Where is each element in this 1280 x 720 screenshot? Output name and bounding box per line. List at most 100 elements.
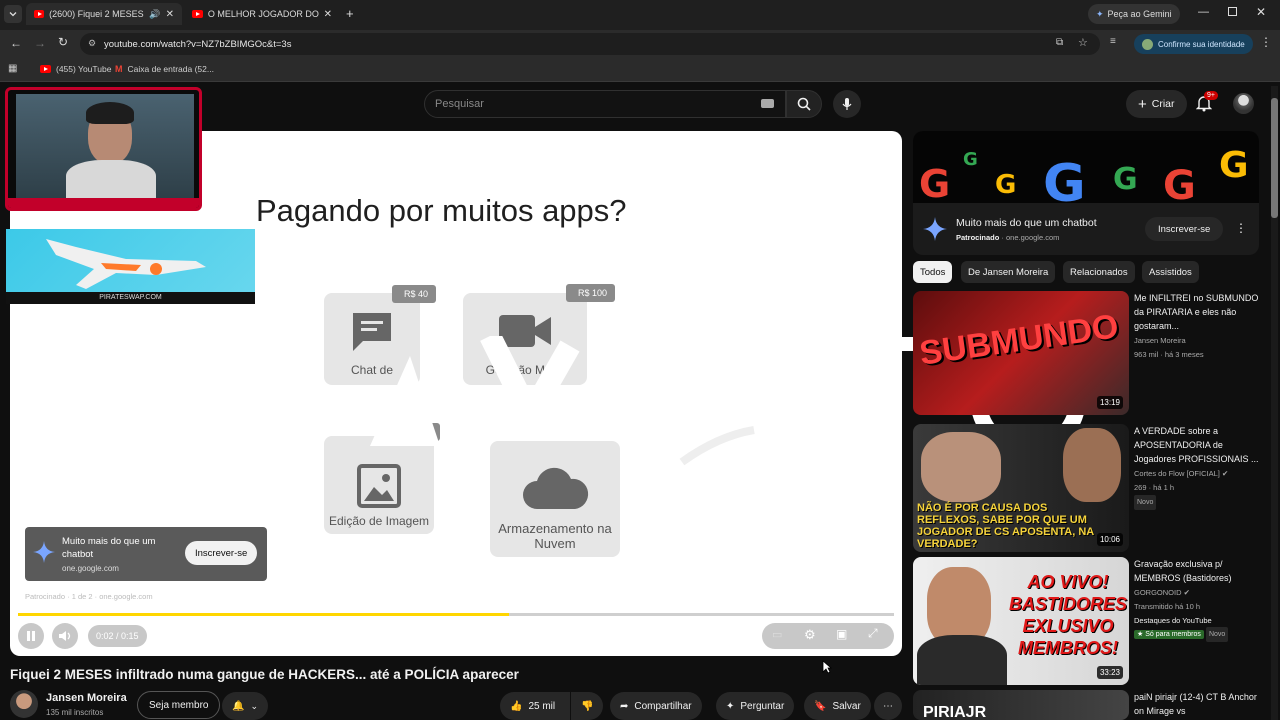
browser-tabstrip: (2600) Fiquei 2 MESES infilt 🔊 ✕ O MELHO… xyxy=(0,0,1280,30)
ad-subscribe-button[interactable]: Inscrever-se xyxy=(185,541,258,565)
bookmarks-bar: ▦ (455) YouTube M Caixa de entrada (52..… xyxy=(0,58,1280,82)
theater-mode-icon[interactable]: ▣ xyxy=(836,627,847,641)
browser-toolbar: ← → ↻ ⚙ youtube.com/watch?v=NZ7bZBIMGOc&… xyxy=(0,30,1280,58)
forward-icon[interactable]: → xyxy=(34,36,46,50)
svg-text:G: G xyxy=(1219,145,1249,186)
settings-gear-icon[interactable]: ⚙ xyxy=(804,627,816,643)
sidebar-ad[interactable]: G G G G G G G Muito mais do que um chatb… xyxy=(913,131,1259,255)
thumbnail-text: AO VIVO! BASTIDORES EXLUSIVO MEMBROS! xyxy=(1009,572,1128,658)
maximize-button[interactable] xyxy=(1228,7,1237,16)
subtitles-icon[interactable]: ▭ xyxy=(772,628,782,641)
more-actions-button[interactable]: ⋯ xyxy=(874,692,902,720)
video-stats: 269 · há 1 h xyxy=(1134,483,1175,492)
bookmark-gmail[interactable]: M Caixa de entrada (52... xyxy=(115,64,214,74)
bookmark-star-icon[interactable]: ☆ xyxy=(1078,36,1088,49)
video-title-link[interactable]: paiN piriajr (12-4) CT B Anchor on Mirag… xyxy=(1134,690,1264,718)
notifications-button[interactable]: 9+ xyxy=(1195,91,1218,117)
video-thumbnail[interactable]: AO VIVO! BASTIDORES EXLUSIVO MEMBROS! 33… xyxy=(913,557,1129,685)
chip-all[interactable]: Todos xyxy=(913,261,953,283)
fullscreen-icon[interactable]: ⤢ xyxy=(868,626,878,641)
identity-label: Confirme sua identidade xyxy=(1158,39,1245,49)
new-badge-row: Novo xyxy=(1134,495,1274,510)
video-title-link[interactable]: Gravação exclusiva p/ MEMBROS (Bastidore… xyxy=(1134,557,1264,585)
account-avatar[interactable] xyxy=(1233,93,1254,114)
minimize-button[interactable]: — xyxy=(1198,6,1209,18)
ask-button[interactable]: ✦ Perguntar xyxy=(716,692,795,720)
like-button[interactable]: 👍 25 mil xyxy=(500,692,570,720)
more-vert-icon[interactable]: ⋮ xyxy=(1235,221,1247,235)
channel-name[interactable]: Jansen Moreira xyxy=(46,692,127,704)
channel-avatar[interactable] xyxy=(10,690,38,718)
create-label: Criar xyxy=(1151,98,1175,110)
progress-bar[interactable] xyxy=(18,613,894,616)
install-icon[interactable]: ⧉ xyxy=(1056,37,1063,48)
duration-badge: 10:06 xyxy=(1096,533,1123,546)
time-display: 0:02 / 0:15 xyxy=(88,625,147,647)
video-channel[interactable]: Jansen Moreira xyxy=(1134,334,1274,347)
image-icon xyxy=(357,464,401,508)
webcam-overlay xyxy=(5,87,202,211)
menu-dots-icon[interactable]: ⋮ xyxy=(1260,35,1272,49)
channel-name: Cortes do Flow [OFICIAL] xyxy=(1134,469,1220,478)
voice-search-button[interactable] xyxy=(833,90,861,118)
close-window-button[interactable]: ✕ xyxy=(1256,5,1266,19)
thumbnail-text: NÃO É POR CAUSA DOS REFLEXOS, SABE POR Q… xyxy=(917,502,1094,550)
join-button[interactable]: Seja membro xyxy=(137,691,221,719)
ad-overlay-card[interactable]: Muito mais do que um chatbot one.google.… xyxy=(25,527,267,581)
keyboard-icon[interactable] xyxy=(761,99,774,108)
identity-button[interactable]: Confirme sua identidade xyxy=(1134,34,1253,54)
bell-icon: 🔔 xyxy=(232,700,245,712)
video-channel[interactable]: GORGONOID ✔ xyxy=(1134,586,1274,599)
chip-channel[interactable]: De Jansen Moreira xyxy=(961,261,1056,283)
chip-related[interactable]: Relacionados xyxy=(1063,261,1135,283)
svg-text:G: G xyxy=(1163,163,1196,203)
browser-tab[interactable]: O MELHOR JOGADOR DO MUN ✕ xyxy=(184,3,340,25)
scrollbar-thumb[interactable] xyxy=(1271,98,1278,218)
save-label: Salvar xyxy=(832,700,861,712)
close-icon[interactable]: ✕ xyxy=(166,9,174,20)
gemini-button[interactable]: ✦ Peça ao Gemini xyxy=(1088,4,1180,24)
video-thumbnail[interactable]: SUBMUNDO 13:19 xyxy=(913,291,1129,415)
sidebar-ad-subscribe-button[interactable]: Inscrever-se xyxy=(1145,217,1224,241)
app-label: Armazenamento na Nuvem xyxy=(498,521,612,551)
video-channel[interactable]: Cortes do Flow [OFICIAL] ✔ xyxy=(1134,467,1274,480)
youtube-favicon-icon xyxy=(40,65,51,73)
search-placeholder: Pesquisar xyxy=(435,98,484,110)
save-button[interactable]: 🔖 Salvar xyxy=(804,692,871,720)
browser-tab-active[interactable]: (2600) Fiquei 2 MESES infilt 🔊 ✕ xyxy=(26,3,182,25)
thumbs-down-icon: 👎 xyxy=(581,700,594,712)
address-bar[interactable]: ⚙ youtube.com/watch?v=NZ7bZBIMGOc&t=3s ⧉… xyxy=(80,33,1100,55)
share-button[interactable]: ➦ Compartilhar xyxy=(610,692,702,720)
webcam-person xyxy=(16,94,194,200)
pause-button[interactable] xyxy=(18,623,44,649)
reload-icon[interactable]: ↻ xyxy=(58,35,68,49)
bookmark-youtube[interactable]: (455) YouTube xyxy=(40,64,111,74)
reading-list-icon[interactable]: ≡ xyxy=(1110,36,1116,47)
progress-fill xyxy=(18,613,509,616)
dislike-button[interactable]: 👎 xyxy=(571,692,603,720)
subscribed-bell-button[interactable]: 🔔 ⌄ xyxy=(222,692,268,720)
video-title-link[interactable]: Me INFILTREI no SUBMUNDO da PIRATARIA e … xyxy=(1134,291,1264,333)
new-tab-button[interactable]: + xyxy=(346,6,354,21)
duration-badge: 33:23 xyxy=(1096,666,1123,679)
duration-badge: 13:19 xyxy=(1096,396,1123,409)
tab-search-button[interactable] xyxy=(4,5,22,23)
site-info-icon[interactable]: ⚙ xyxy=(88,38,96,49)
price-tag: R$ 40 xyxy=(392,285,437,303)
close-icon[interactable]: ✕ xyxy=(324,9,332,20)
volume-button[interactable] xyxy=(52,623,78,649)
video-thumbnail[interactable]: PIRIAJR xyxy=(913,690,1129,720)
search-button[interactable] xyxy=(786,90,822,118)
speaker-icon[interactable]: 🔊 xyxy=(149,9,160,20)
apps-grid-icon[interactable]: ▦ xyxy=(8,63,17,74)
sponsor-overlay: PIRATESWAP.COM xyxy=(6,229,255,304)
search-input[interactable]: Pesquisar xyxy=(424,90,786,118)
volume-icon xyxy=(59,631,71,641)
video-title-link[interactable]: A VERDADE sobre a APOSENTADORIA de Jogad… xyxy=(1134,424,1264,466)
app-label: Edição de Imagem xyxy=(328,514,430,528)
chip-watched[interactable]: Assistidos xyxy=(1142,261,1199,283)
back-icon[interactable]: ← xyxy=(10,36,22,50)
thumbnail-text: SUBMUNDO xyxy=(917,307,1121,373)
video-thumbnail[interactable]: NÃO É POR CAUSA DOS REFLEXOS, SABE POR Q… xyxy=(913,424,1129,552)
create-button[interactable]: + Criar xyxy=(1126,90,1187,118)
